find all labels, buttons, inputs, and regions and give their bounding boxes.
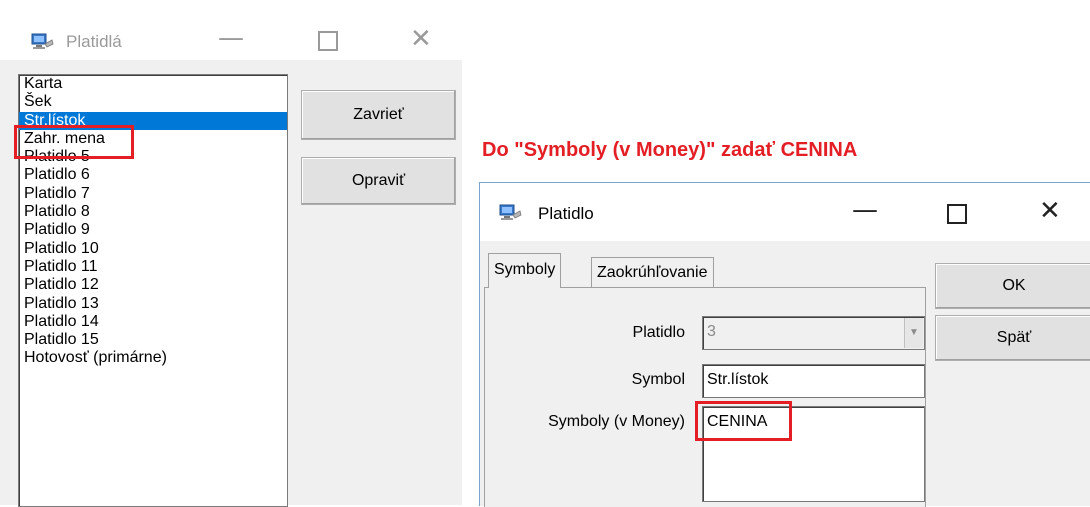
instruction-note: Do "Symboly (v Money)" zadať CENINA (482, 139, 858, 161)
minimize-icon[interactable]: — (852, 197, 878, 223)
platidlo-titlebar[interactable]: Platidlo — ✕ (480, 183, 1090, 241)
list-item[interactable]: Platidlo 10 (19, 240, 287, 258)
list-item[interactable]: Karta (19, 75, 287, 93)
tab-panel-symboly: Platidlo 3 ▼ Symbol Str.lístok Symboly (… (484, 287, 926, 507)
list-item[interactable]: Platidlo 13 (19, 295, 287, 313)
list-item[interactable]: Šek (19, 93, 287, 111)
list-item[interactable]: Platidlo 9 (19, 221, 287, 239)
symbol-label: Symbol (631, 371, 685, 388)
platidlo-value: 3 (707, 323, 716, 340)
platidla-window: Platidlá — ✕ Karta Šek Str.lístok Zahr. men… (0, 0, 462, 507)
list-item[interactable]: Platidlo 6 (19, 166, 287, 184)
symbol-input[interactable]: Str.lístok (702, 364, 925, 398)
tab-zaokruhlovanie[interactable]: Zaokrúhľovanie (591, 257, 714, 288)
list-item[interactable]: Platidlo 8 (19, 203, 287, 221)
app-icon (31, 33, 54, 49)
list-item[interactable]: Platidlo 14 (19, 313, 287, 331)
list-item[interactable]: Platidlo 12 (19, 276, 287, 294)
maximize-icon[interactable] (318, 31, 338, 51)
platidlo-select[interactable]: 3 ▼ (702, 316, 925, 350)
platidlo-window: Platidlo — ✕ Symboly Zaokrúhľovanie Plat… (479, 182, 1090, 507)
close-icon[interactable]: ✕ (410, 26, 432, 52)
minimize-icon[interactable]: — (218, 25, 244, 51)
platidlo-label: Platidlo (632, 324, 685, 341)
maximize-icon[interactable] (947, 204, 967, 224)
window-title: Platidlá (66, 32, 122, 51)
list-item[interactable]: Platidlo 11 (19, 258, 287, 276)
chevron-down-icon[interactable]: ▼ (904, 318, 923, 348)
selected-item-highlight (14, 125, 134, 159)
symboly-money-label: Symboly (v Money) (548, 413, 685, 430)
app-icon (499, 204, 522, 220)
ok-button[interactable]: OK (935, 263, 1090, 309)
close-icon[interactable]: ✕ (1039, 198, 1061, 224)
close-button[interactable]: Zavrieť (301, 90, 456, 140)
back-button[interactable]: Späť (935, 315, 1090, 361)
symbol-value: Str.lístok (707, 371, 769, 388)
list-item[interactable]: Platidlo 15 (19, 331, 287, 349)
window-title: Platidlo (538, 204, 594, 223)
platidla-titlebar[interactable]: Platidlá — ✕ (0, 0, 462, 60)
list-item[interactable]: Platidlo 7 (19, 185, 287, 203)
symboly-money-highlight (695, 401, 792, 441)
tab-symboly[interactable]: Symboly (488, 253, 562, 288)
edit-button[interactable]: Opraviť (301, 157, 456, 205)
list-item[interactable]: Hotovosť (primárne) (19, 349, 287, 367)
